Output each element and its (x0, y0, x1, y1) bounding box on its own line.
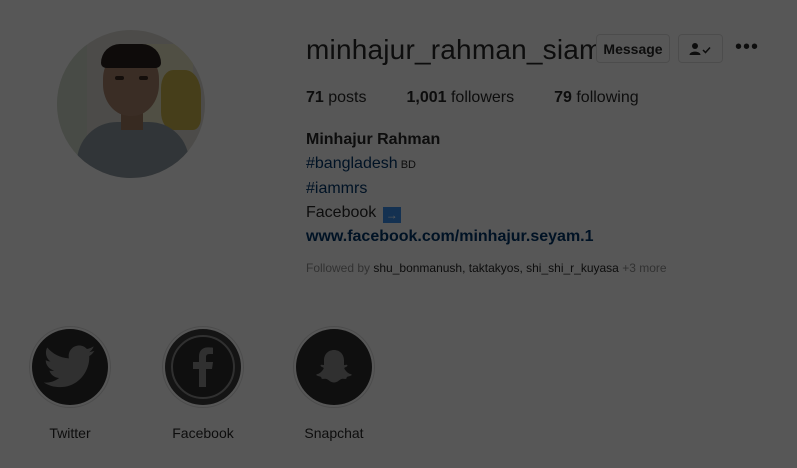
followed-by-line[interactable]: Followed by shu_bonmanush, taktakyos, sh… (306, 261, 667, 275)
facebook-f-icon (171, 335, 235, 399)
avatar-person-eye (139, 76, 148, 80)
highlight-cover (296, 329, 372, 405)
following-label: following (571, 89, 639, 106)
country-code: BD (397, 159, 416, 171)
posts-count: 71 (306, 89, 324, 106)
followers-label: followers (446, 89, 515, 106)
twitter-bird-icon (44, 345, 96, 388)
followers-count: 1,001 (406, 89, 447, 106)
followed-by-names: shu_bonmanush, taktakyos, shi_shi_r_kuya… (373, 261, 619, 275)
hashtag-link[interactable]: #iammrs (306, 180, 367, 197)
avatar-background-plant (161, 70, 201, 130)
highlight-cover (32, 329, 108, 405)
followed-by-more: +3 more (618, 261, 667, 275)
profile-username: minhajur_rahman_siam (306, 34, 603, 65)
bio-line-facebook: Facebook → (306, 201, 594, 225)
following-count: 79 (554, 89, 572, 106)
hashtag-link[interactable]: #bangladesh (306, 155, 398, 172)
bio-line-hashtag2: #iammrs (306, 177, 594, 201)
followed-by-prefix: Followed by (306, 261, 374, 275)
snapchat-ghost-icon (316, 350, 352, 383)
highlight-ring (162, 326, 244, 408)
profile-page: minhajur_rahman_siam Message ••• 71 post… (0, 0, 797, 468)
highlight-facebook[interactable]: Facebook (161, 326, 245, 442)
posts-label: posts (323, 89, 367, 106)
highlight-cover (165, 329, 241, 405)
profile-stats: 71 posts 1,001 followers 79 following (306, 88, 679, 108)
avatar-person-hair (101, 44, 161, 68)
followers-stat[interactable]: 1,001 followers (406, 88, 514, 108)
more-options-icon[interactable]: ••• (734, 37, 760, 59)
message-button[interactable]: Message (596, 34, 670, 63)
highlight-ring (29, 326, 111, 408)
bio-facebook-text: Facebook (306, 204, 381, 221)
posts-stat: 71 posts (306, 88, 366, 108)
profile-avatar[interactable] (57, 30, 205, 178)
avatar-person-shirt (77, 122, 189, 178)
highlight-label: Snapchat (304, 425, 364, 441)
bio-line-website: www.facebook.com/minhajur.seyam.1 (306, 225, 594, 249)
following-stat[interactable]: 79 following (554, 88, 639, 108)
user-check-icon (689, 42, 711, 55)
highlight-ring (293, 326, 375, 408)
website-link[interactable]: www.facebook.com/minhajur.seyam.1 (306, 228, 594, 245)
profile-full-name: Minhajur Rahman (306, 131, 441, 148)
highlight-label: Facebook (172, 425, 234, 441)
right-arrow-icon: → (382, 207, 401, 223)
avatar-person-eye (115, 76, 124, 80)
highlight-twitter[interactable]: Twitter (28, 326, 112, 442)
bio-line-hashtag1: #bangladesh BD (306, 152, 594, 177)
highlight-label: Twitter (49, 425, 91, 441)
profile-bio: Minhajur Rahman #bangladesh BD #iammrs F… (306, 128, 594, 249)
following-status-button[interactable] (678, 34, 723, 63)
highlight-snapchat[interactable]: Snapchat (292, 326, 376, 442)
